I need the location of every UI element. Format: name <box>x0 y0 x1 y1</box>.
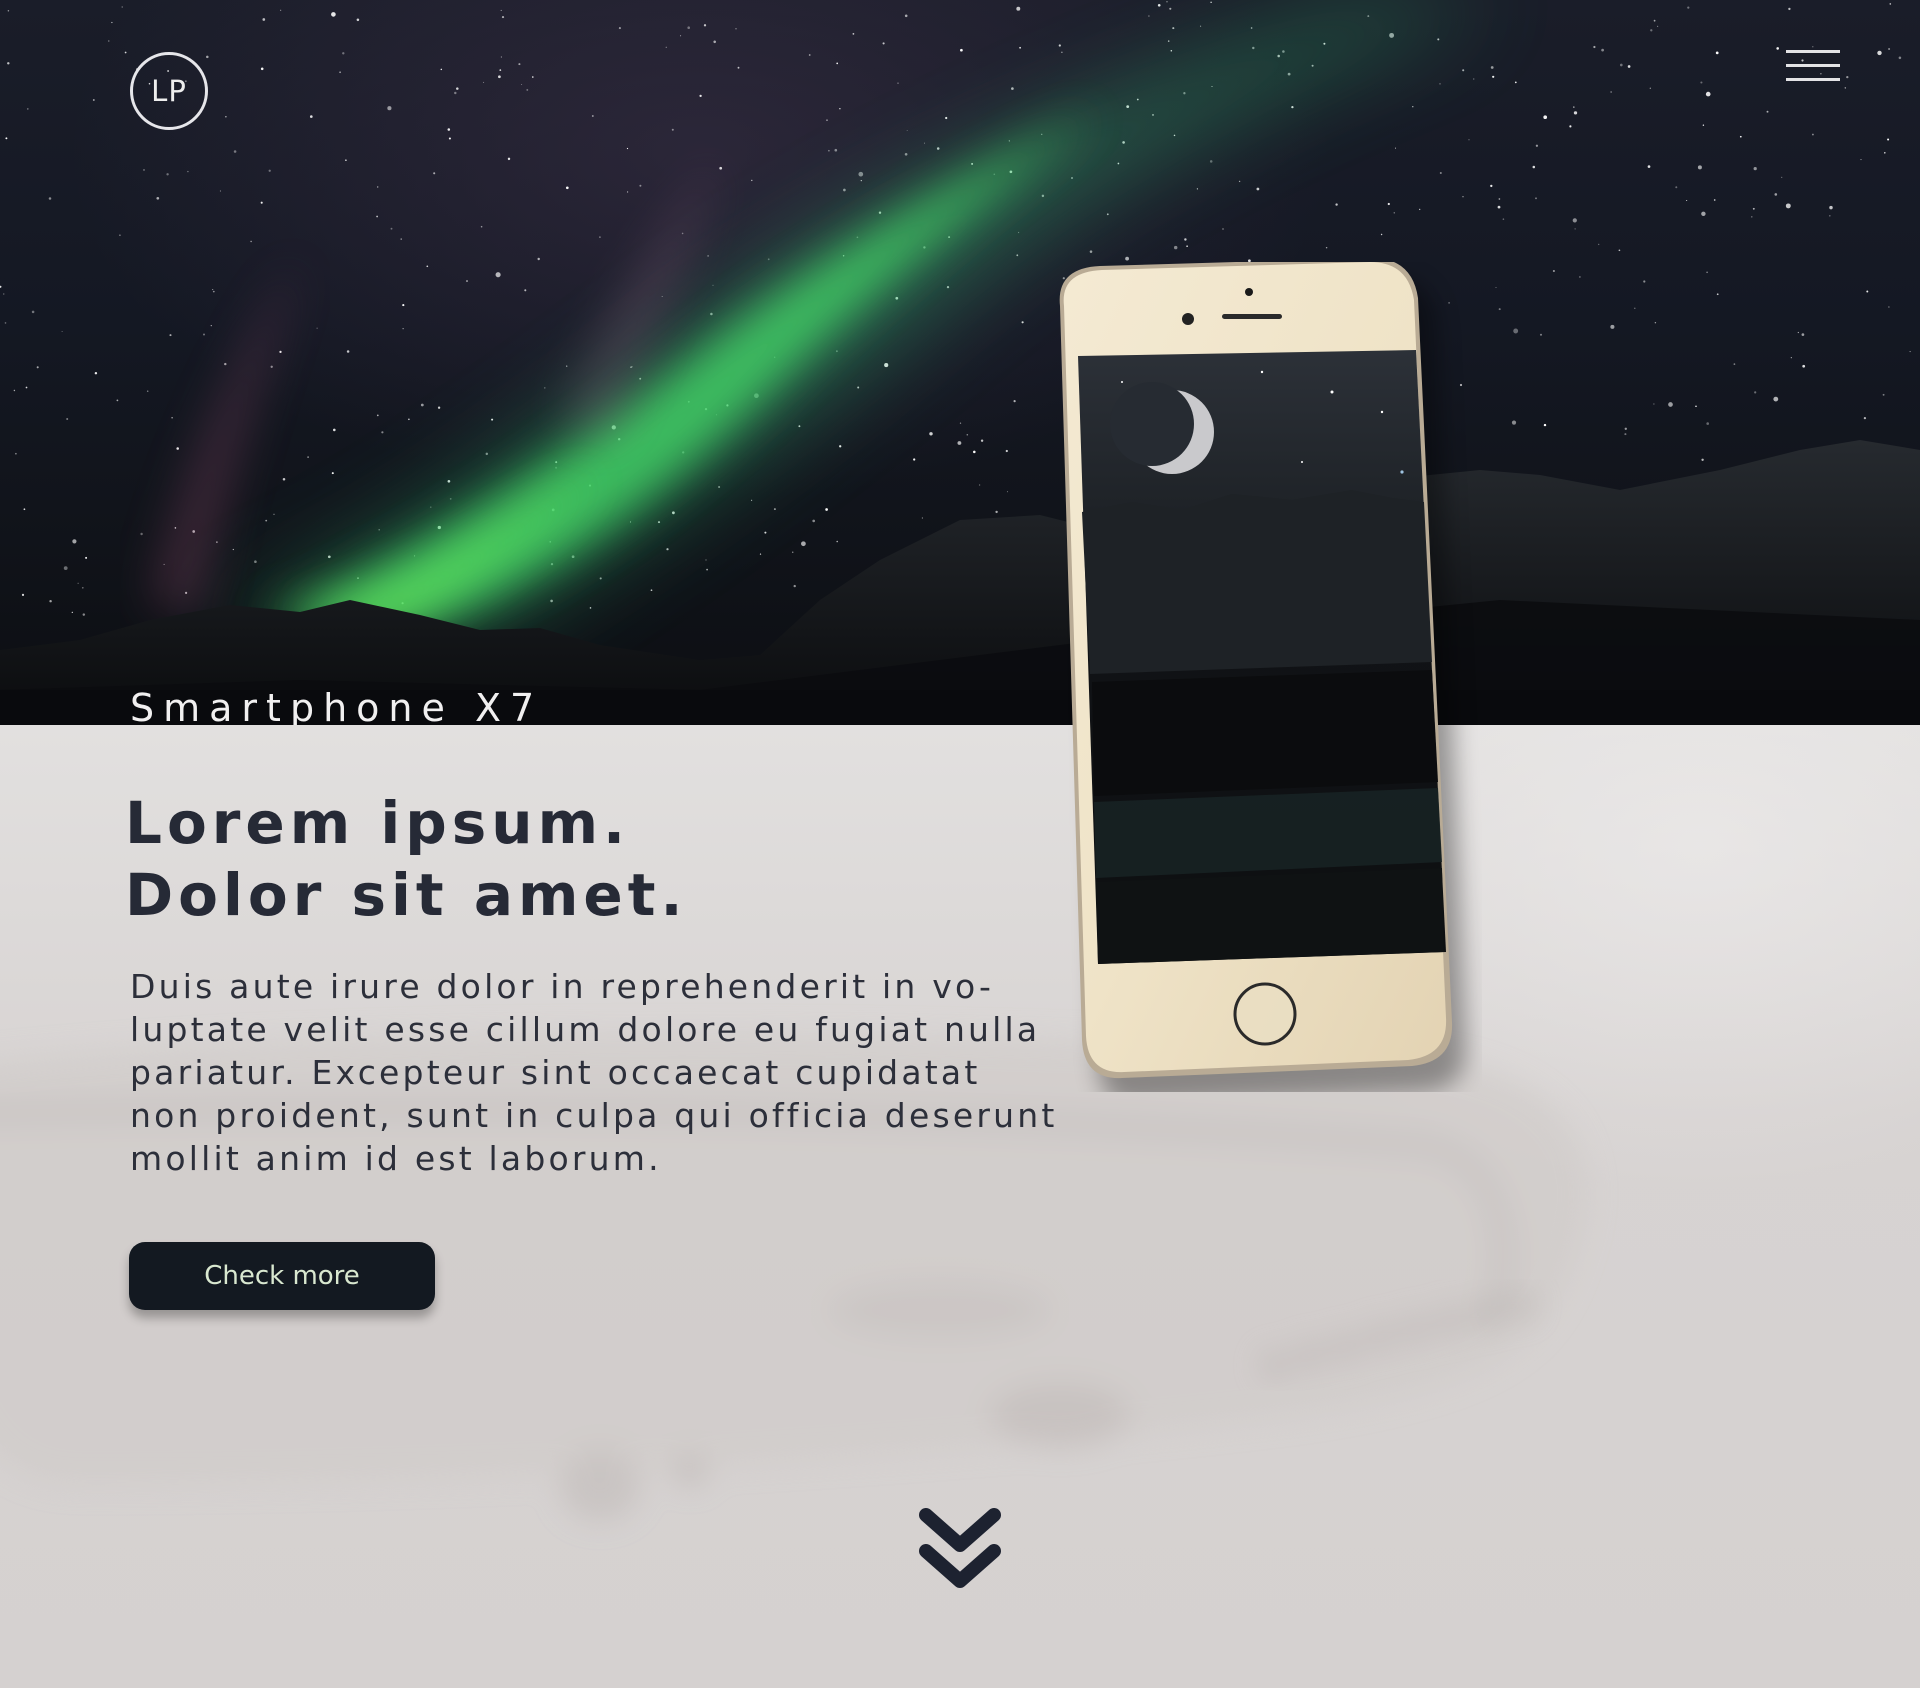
hero-section: LP Smartphone X7 <box>0 0 1920 725</box>
aurora-night-background <box>0 0 1920 725</box>
logo[interactable]: LP <box>130 52 208 130</box>
mountain-silhouette <box>0 440 1920 725</box>
smartphone-image <box>1052 258 1482 1107</box>
double-chevron-down-icon[interactable] <box>918 1505 1002 1595</box>
description-line: luptate velit esse cillum dolore eu fugi… <box>130 1010 1041 1049</box>
description-line: non proident, sunt in culpa qui officia … <box>130 1096 1058 1135</box>
description-line: Duis aute irure dolor in reprehenderit i… <box>130 967 995 1006</box>
hamburger-menu-icon[interactable] <box>1786 50 1842 84</box>
landing-page: LP Smartphone X7 Lorem ipsum. Dolor sit … <box>0 0 1920 1688</box>
description-text: Duis aute irure dolor in reprehenderit i… <box>130 965 1090 1180</box>
product-name: Smartphone X7 <box>130 685 544 725</box>
headline-line-2: Dolor sit amet. <box>125 861 688 929</box>
headline-line-1: Lorem ipsum. <box>125 789 631 857</box>
description-line: mollit anim id est laborum. <box>130 1139 662 1178</box>
content-section: Lorem ipsum. Dolor sit amet. Duis aute i… <box>0 725 1920 1688</box>
headline: Lorem ipsum. Dolor sit amet. <box>125 787 688 931</box>
check-more-button[interactable]: Check more <box>129 1242 435 1310</box>
description-line: pariatur. Excepteur sint occaecat cupida… <box>130 1053 981 1092</box>
